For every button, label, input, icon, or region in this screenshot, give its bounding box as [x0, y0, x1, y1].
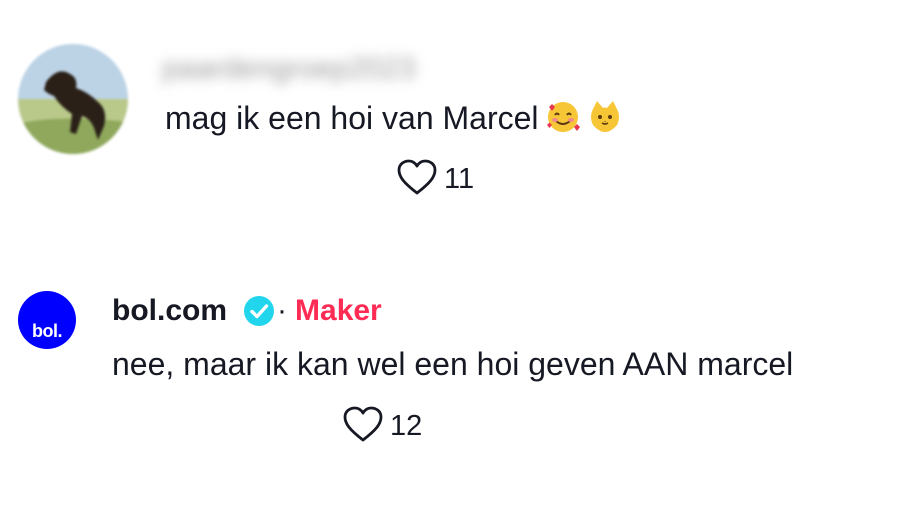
like-button[interactable]: 12 — [342, 405, 422, 448]
like-count: 11 — [444, 163, 475, 195]
bol-logo: bol. — [32, 320, 63, 341]
comment-text: nee, maar ik kan wel een hoi geven AAN m… — [112, 346, 794, 382]
avatar[interactable] — [18, 44, 128, 154]
username[interactable]: bol.com — [112, 294, 227, 328]
like-count: 12 — [390, 410, 423, 442]
like-button[interactable]: 11 — [396, 158, 474, 201]
heart-icon — [342, 405, 384, 448]
smiling-face-with-hearts-icon — [545, 99, 581, 144]
cat-face-icon — [587, 99, 623, 144]
heart-icon — [396, 158, 438, 201]
comment-text-content: mag ik een hoi van Marcel — [165, 100, 539, 136]
verified-badge-icon — [243, 295, 275, 327]
username[interactable]: paardengroep2023 — [162, 52, 416, 86]
creator-label: Maker — [295, 294, 382, 327]
separator-dot: · — [277, 294, 288, 327]
comment-header: bol.com · Maker — [112, 294, 382, 328]
avatar[interactable]: bol. — [18, 291, 76, 349]
comment-text: mag ik een hoi van Marcel — [165, 98, 623, 144]
